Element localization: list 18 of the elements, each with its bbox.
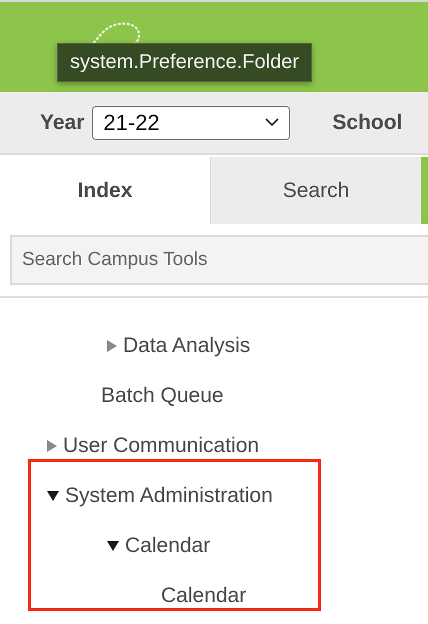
tab[interactable]: Search [210,157,421,224]
tree-folder[interactable]: System Administration [65,484,273,508]
down-triangle-icon[interactable] [47,491,59,501]
tree-item[interactable]: Calendar [161,584,246,608]
tree-folder[interactable]: Data Analysis [123,334,250,358]
tree-item[interactable]: Batch Queue [101,384,224,408]
right-triangle-icon[interactable] [47,440,57,452]
tree-folder[interactable]: Calendar [125,534,210,558]
right-triangle-icon[interactable] [107,340,117,352]
tree-folder[interactable]: User Communication [63,434,260,458]
search-field[interactable]: Search Campus Tools [10,235,428,285]
accent-bar [421,157,428,224]
year-label: Year [40,110,84,134]
year-select[interactable]: 21-22 [92,106,290,140]
tooltip: system.Preference.Folder [57,43,312,82]
school-label: School [332,110,402,134]
chevron-down-icon [265,118,280,127]
down-triangle-icon[interactable] [107,541,119,551]
